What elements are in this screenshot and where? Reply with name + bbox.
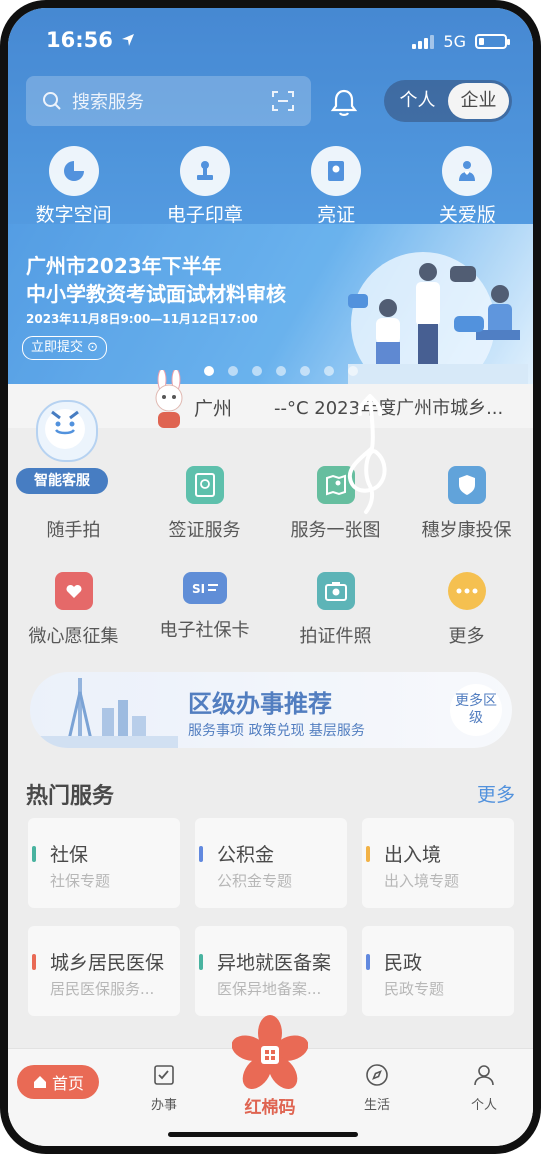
search-input[interactable]: 搜索服务 — [26, 76, 311, 126]
kapok-flower-icon — [231, 1015, 309, 1089]
card-accent — [32, 846, 36, 862]
svg-text:SI: SI — [192, 582, 205, 596]
quick-digital-space[interactable]: 数字空间 — [8, 146, 139, 227]
district-recommend-banner[interactable]: 区级办事推荐 服务事项 政策兑现 基层服务 更多区级 — [30, 672, 512, 748]
banner-pagination — [204, 366, 358, 376]
toggle-personal[interactable]: 个人 — [387, 83, 448, 119]
map-icon — [316, 466, 355, 504]
banner-title-line1: 广州市2023年下半年 — [26, 254, 222, 278]
service-visa[interactable]: 签证服务 — [139, 458, 270, 564]
page-dot[interactable] — [228, 366, 238, 376]
card-accent — [199, 954, 203, 970]
service-social-card[interactable]: SI 电子社保卡 — [139, 564, 270, 670]
home-indicator — [168, 1132, 358, 1137]
banner-submit-button[interactable]: 立即提交 ⊙ — [22, 336, 108, 360]
ticker-text: --°C 2023年度广州市城乡... — [274, 398, 504, 419]
service-card-immigration[interactable]: 出入境 出入境专题 — [362, 818, 514, 908]
stamp-icon — [179, 146, 230, 196]
checklist-icon — [154, 1065, 174, 1085]
service-card-medical-insurance[interactable]: 城乡居民医保 居民医保服务... — [28, 926, 180, 1016]
wish-icon — [54, 572, 93, 610]
ticker-city: 广州 — [194, 398, 233, 420]
page-dot[interactable] — [324, 366, 334, 376]
search-placeholder: 搜索服务 — [72, 92, 144, 113]
service-snapshot[interactable]: 随手拍 — [8, 458, 139, 564]
page-dot[interactable] — [300, 366, 310, 376]
network-label: 5G — [443, 32, 466, 51]
tab-life[interactable]: 生活 — [347, 1063, 407, 1113]
card-accent — [366, 954, 370, 970]
banner-date: 2023年11月8日9:00—11月12日17:00 — [26, 312, 258, 326]
card-accent — [32, 954, 36, 970]
tab-kapok-code[interactable]: 红棉码 — [228, 1015, 312, 1118]
district-more-button[interactable]: 更多区级 — [450, 684, 502, 736]
page-dot[interactable] — [348, 366, 358, 376]
phone-frame: 16:56 5G 搜索服务 个人 企业 数字空间 电子印章 亮证 关爱版 广州市… — [0, 0, 541, 1154]
city-skyline-icon — [38, 678, 178, 748]
service-id-photo[interactable]: 拍证件照 — [270, 564, 401, 670]
toggle-enterprise[interactable]: 企业 — [448, 83, 509, 119]
quick-care-mode[interactable]: 关爱版 — [402, 146, 533, 227]
camera-app-icon — [55, 466, 93, 504]
service-row: 随手拍 签证服务 服务一张图 穗岁康投保 — [8, 458, 533, 564]
service-card-civil-affairs[interactable]: 民政 民政专题 — [362, 926, 514, 1016]
tab-personal[interactable]: 个人 — [454, 1063, 514, 1113]
service-card-housing-fund[interactable]: 公积金 公积金专题 — [195, 818, 347, 908]
quick-e-seal[interactable]: 电子印章 — [139, 146, 270, 227]
tab-home[interactable]: 首页 — [17, 1065, 99, 1099]
service-row: 微心愿征集 SI 电子社保卡 拍证件照 更多 — [8, 564, 533, 670]
si-card-icon: SI — [182, 572, 227, 604]
promo-banner[interactable]: 广州市2023年下半年 中小学教资考试面试材料审核 2023年11月8日9:00… — [8, 224, 533, 384]
service-more[interactable]: 更多 — [401, 564, 532, 670]
hot-services-more-link[interactable]: 更多 — [477, 780, 515, 807]
card-accent — [199, 846, 203, 862]
quick-actions: 数字空间 电子印章 亮证 关爱版 — [8, 146, 533, 227]
location-arrow-icon — [122, 34, 135, 46]
district-subtitle: 服务事项 政策兑现 基层服务 — [188, 723, 365, 739]
compass-icon — [366, 1064, 388, 1086]
service-card-social-security[interactable]: 社保 社保专题 — [28, 818, 180, 908]
banner-illustration — [348, 252, 528, 384]
status-icons: 5G — [412, 32, 510, 51]
robot-assistant-icon — [36, 400, 98, 462]
tab-affairs[interactable]: 办事 — [134, 1063, 194, 1113]
scan-icon[interactable] — [271, 90, 295, 112]
district-title: 区级办事推荐 — [188, 690, 332, 718]
service-card-remote-medical[interactable]: 异地就医备案 医保异地备案... — [195, 926, 347, 1016]
rabbit-mascot-icon — [155, 370, 183, 428]
service-grid: 随手拍 签证服务 服务一张图 穗岁康投保 微心愿征集 SI 电子社保卡 拍证件照… — [8, 458, 533, 670]
service-map[interactable]: 服务一张图 — [270, 458, 401, 564]
service-wish[interactable]: 微心愿征集 — [8, 564, 139, 670]
signal-icon — [412, 34, 435, 49]
home-icon — [33, 1076, 46, 1088]
user-icon — [474, 1065, 494, 1086]
search-icon — [43, 92, 61, 110]
heart-person-icon — [442, 146, 493, 196]
status-time: 16:56 — [46, 28, 136, 52]
hot-services-title: 热门服务 — [26, 784, 115, 809]
more-dots-icon — [447, 572, 486, 610]
shield-icon — [447, 466, 486, 504]
service-insurance[interactable]: 穗岁康投保 — [401, 458, 532, 564]
page-dot[interactable] — [204, 366, 214, 376]
bell-icon[interactable] — [330, 88, 358, 118]
certificate-icon — [311, 146, 362, 196]
quick-show-certificate[interactable]: 亮证 — [271, 146, 402, 227]
page-dot[interactable] — [276, 366, 286, 376]
screen: 16:56 5G 搜索服务 个人 企业 数字空间 电子印章 亮证 关爱版 广州市… — [8, 8, 533, 1146]
chart-icon — [48, 146, 99, 196]
banner-title-line2: 中小学教资考试面试材料审核 — [26, 282, 286, 306]
account-toggle[interactable]: 个人 企业 — [384, 80, 512, 122]
passport-icon — [185, 466, 224, 504]
id-photo-icon — [316, 572, 355, 610]
card-accent — [366, 846, 370, 862]
battery-icon — [475, 34, 510, 49]
page-dot[interactable] — [252, 366, 262, 376]
